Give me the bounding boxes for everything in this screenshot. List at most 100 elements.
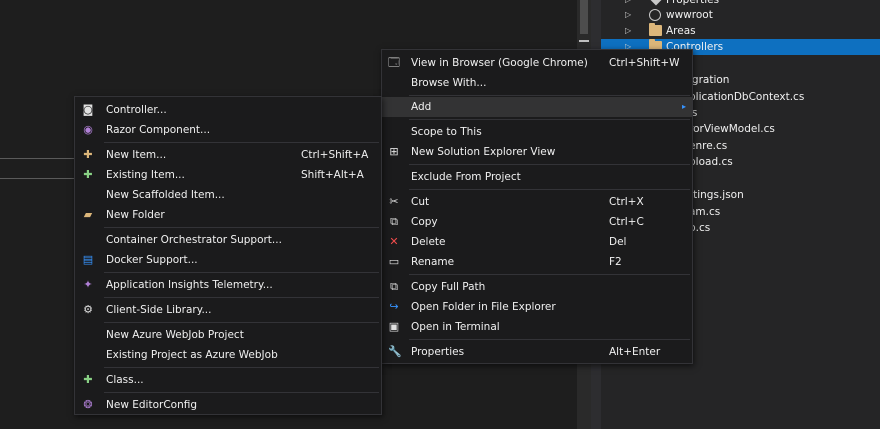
menu-item-label: New Azure WebJob Project [106,329,244,341]
menu-item-new-scaffolded-item[interactable]: New Scaffolded Item... [75,185,381,205]
menu-item-shortcut: Del [609,236,627,248]
menu-item-copy-full-path[interactable]: ⧉ Copy Full Path [382,277,692,297]
menu-separator [409,274,690,275]
class-icon: ✚ [83,373,93,386]
existing-item-icon: ✚ [83,168,93,181]
menu-item-razor-component[interactable]: ◉ Razor Component... [75,120,381,140]
menu-item-app-insights[interactable]: ✦ Application Insights Telemetry... [75,275,381,295]
tree-item[interactable]: pload.cs [689,154,733,170]
menu-item-label: Delete [411,236,446,248]
library-icon: ⚙ [83,303,93,316]
menu-item-browse-with[interactable]: Browse With... [382,73,692,93]
menu-item-cut[interactable]: ✂ Cut Ctrl+X [382,192,692,212]
copy-icon: ⧉ [390,215,398,228]
menu-item-label: Exclude From Project [411,171,521,183]
tree-item[interactable]: plicationDbContext.cs [689,89,804,105]
expand-arrow-icon[interactable]: ▷ [625,7,631,23]
menu-item-label: Existing Project as Azure WebJob [106,349,278,361]
menu-item-open-terminal[interactable]: ▣ Open in Terminal [382,317,692,337]
copy-path-icon: ⧉ [390,280,398,293]
menu-item-existing-item[interactable]: ✚ Existing Item... Shift+Alt+A [75,165,381,185]
tree-item-wwwroot[interactable]: ▷ wwwroot [601,7,880,23]
menu-item-shortcut: Shift+Alt+A [301,169,364,181]
browser-icon: 🗔 [388,56,400,69]
menu-separator [104,367,379,368]
razor-component-icon: ◉ [83,123,93,136]
tree-item[interactable]: am.cs [689,204,720,220]
tree-item-label: wwwroot [666,9,713,21]
solution-explorer-view-icon: ⊞ [389,145,399,158]
tree-item[interactable]: igration [689,72,729,88]
menu-item-delete[interactable]: ✕ Delete Del [382,232,692,252]
wrench-icon: 🔧 [388,345,402,358]
menu-separator [104,227,379,228]
menu-item-scope-to-this[interactable]: Scope to This [382,122,692,142]
scrollbar-marker [579,40,589,42]
expand-arrow-icon[interactable]: ▷ [625,23,631,39]
tree-item-label: Areas [666,25,696,37]
rename-icon: ▭ [388,255,400,268]
tree-item[interactable]: ttings.json [689,187,744,203]
menu-item-shortcut: F2 [609,256,622,268]
menu-item-shortcut: Alt+Enter [609,346,661,358]
menu-item-properties[interactable]: 🔧 Properties Alt+Enter [382,342,692,362]
new-folder-icon: ▰ [83,208,93,221]
menu-item-view-in-browser[interactable]: 🗔 View in Browser (Google Chrome) Ctrl+S… [382,53,692,73]
menu-separator [104,297,379,298]
editor-line [0,178,78,179]
menu-item-class[interactable]: ✚ Class... [75,370,381,390]
menu-item-new-azure-webjob[interactable]: New Azure WebJob Project [75,325,381,345]
menu-item-label: Rename [411,256,455,268]
menu-item-shortcut: Ctrl+X [609,196,644,208]
menu-item-shortcut: Ctrl+Shift+A [301,149,369,161]
terminal-icon: ▣ [388,320,400,333]
menu-item-shortcut: Ctrl+C [609,216,644,228]
lightbulb-icon: ✦ [83,278,93,291]
menu-item-existing-azure-webjob[interactable]: Existing Project as Azure WebJob [75,345,381,365]
tree-item[interactable]: rorViewModel.cs [689,121,775,137]
scrollbar-thumb[interactable] [580,0,588,34]
scissors-icon: ✂ [389,195,399,208]
menu-item-new-editorconfig[interactable]: ❂ New EditorConfig [75,395,381,415]
menu-item-new-solution-explorer-view[interactable]: ⊞ New Solution Explorer View [382,142,692,162]
menu-item-label: Cut [411,196,430,208]
delete-x-icon: ✕ [389,235,399,248]
menu-item-label: New Folder [106,209,165,221]
menu-item-label: New Solution Explorer View [411,146,556,158]
menu-separator [409,189,690,190]
menu-item-label: Docker Support... [106,254,198,266]
menu-item-new-folder[interactable]: ▰ New Folder [75,205,381,225]
menu-separator [104,272,379,273]
menu-item-label: New EditorConfig [106,399,198,411]
menu-item-label: Container Orchestrator Support... [106,234,282,246]
menu-item-label: Open in Terminal [411,321,500,333]
menu-item-controller[interactable]: ◙ Controller... [75,100,381,120]
menu-item-label: Copy [411,216,438,228]
tree-item[interactable]: enre.cs [689,138,727,154]
menu-item-rename[interactable]: ▭ Rename F2 [382,252,692,272]
menu-item-label: Controller... [106,104,167,116]
menu-item-label: Browse With... [411,77,487,89]
menu-separator [409,119,690,120]
wrench-icon [649,0,662,6]
submenu-arrow-icon: ▸ [681,102,686,111]
open-folder-arrow-icon: ↪ [389,300,399,313]
menu-item-new-item[interactable]: ✚ New Item... Ctrl+Shift+A [75,145,381,165]
docker-icon: ▤ [82,253,94,266]
menu-item-label: Open Folder in File Explorer [411,301,556,313]
tree-item-areas[interactable]: ▷ Areas [601,23,880,39]
controller-icon: ◙ [82,103,94,116]
menu-item-exclude-from-project[interactable]: Exclude From Project [382,167,692,187]
menu-item-label: Application Insights Telemetry... [106,279,273,291]
menu-item-label: Class... [106,374,144,386]
menu-item-add[interactable]: Add ▸ [382,97,692,117]
editorconfig-icon: ❂ [83,398,93,411]
menu-item-client-side-library[interactable]: ⚙ Client-Side Library... [75,300,381,320]
menu-item-open-folder[interactable]: ↪ Open Folder in File Explorer [382,297,692,317]
menu-item-container-orchestrator[interactable]: Container Orchestrator Support... [75,230,381,250]
menu-item-docker-support[interactable]: ▤ Docker Support... [75,250,381,270]
menu-item-label: New Item... [106,149,167,161]
new-item-icon: ✚ [83,148,93,161]
folder-icon [649,23,662,36]
menu-item-copy[interactable]: ⧉ Copy Ctrl+C [382,212,692,232]
